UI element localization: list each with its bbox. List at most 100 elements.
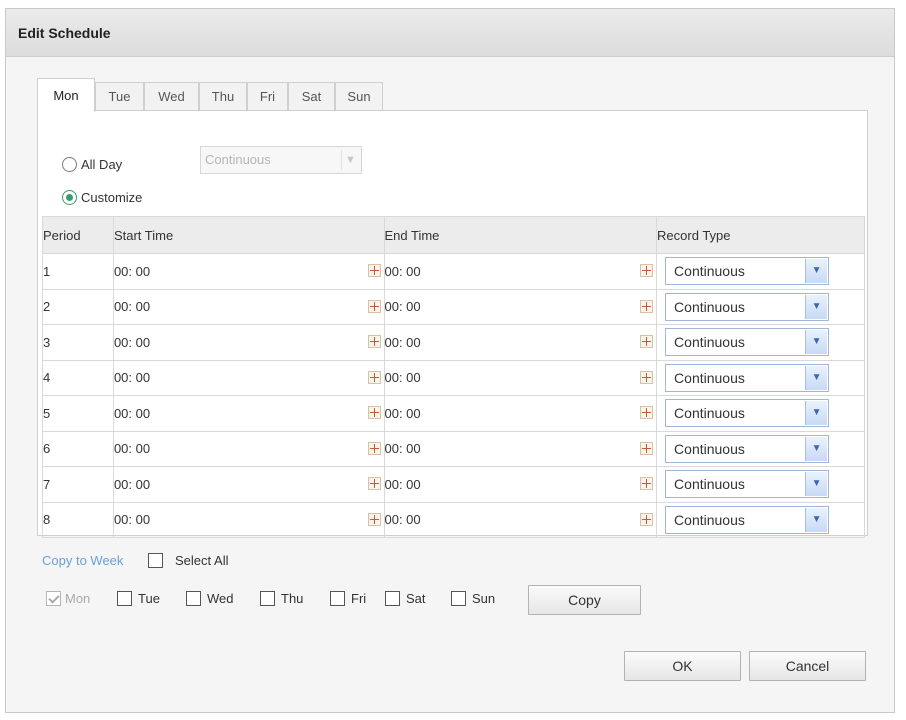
time-picker-icon[interactable]: [367, 477, 381, 490]
time-picker-icon[interactable]: [367, 335, 381, 348]
select-all-checkbox[interactable]: [148, 553, 163, 568]
copy-day-thu[interactable]: Thu: [260, 591, 303, 606]
customize-radio[interactable]: [62, 190, 77, 205]
time-picker-icon[interactable]: [367, 512, 381, 526]
dialog-title: Edit Schedule: [18, 25, 111, 41]
chevron-down-icon[interactable]: ▼: [805, 507, 828, 532]
record-type-select[interactable]: Continuous ▼: [665, 292, 830, 321]
record-type-select[interactable]: Continuous ▼: [665, 363, 830, 392]
end-time-value: 00: 00: [384, 263, 421, 279]
chevron-down-icon[interactable]: ▼: [805, 330, 828, 355]
tab-sat[interactable]: Sat: [288, 82, 335, 111]
time-picker-icon[interactable]: [367, 370, 381, 384]
tab-sun[interactable]: Sun: [335, 82, 383, 111]
copy-button[interactable]: Copy: [528, 585, 641, 615]
copy-day-wed[interactable]: Wed: [186, 591, 234, 606]
end-time-cell[interactable]: 00: 00: [383, 501, 658, 538]
chevron-down-icon[interactable]: ▼: [805, 294, 828, 319]
time-picker-icon[interactable]: [367, 299, 381, 313]
record-type-cell: Continuous ▼: [656, 466, 865, 503]
start-time-cell[interactable]: 00: 00: [112, 359, 385, 396]
tab-mon[interactable]: Mon: [37, 78, 95, 112]
copy-day-checkbox[interactable]: [330, 591, 345, 606]
select-all-option[interactable]: Select All: [148, 553, 228, 568]
time-picker-icon[interactable]: [640, 477, 654, 490]
record-type-select[interactable]: Continuous ▼: [665, 434, 830, 463]
copy-day-checkbox[interactable]: [260, 591, 275, 606]
time-picker-icon[interactable]: [640, 264, 654, 277]
start-time-cell[interactable]: 00: 00: [112, 288, 385, 325]
period-table: Period Start Time End Time Record Type 1…: [42, 216, 865, 538]
start-time-cell[interactable]: 00: 00: [112, 466, 385, 503]
copy-day-checkbox[interactable]: [117, 591, 132, 606]
chevron-down-icon[interactable]: ▼: [805, 472, 828, 497]
end-time-cell[interactable]: 00: 00: [383, 253, 658, 290]
copy-day-fri[interactable]: Fri: [330, 591, 366, 606]
start-time-cell[interactable]: 00: 00: [112, 253, 385, 290]
start-time-value: 00: 00: [113, 441, 151, 457]
record-type-cell: Continuous ▼: [656, 253, 865, 290]
select-all-label: Select All: [175, 553, 229, 568]
end-time-value: 00: 00: [384, 512, 421, 528]
record-type-value: Continuous: [674, 298, 745, 315]
record-type-select[interactable]: Continuous ▼: [665, 470, 830, 499]
tab-wed[interactable]: Wed: [144, 82, 199, 111]
chevron-down-icon[interactable]: ▼: [805, 365, 828, 390]
chevron-down-icon[interactable]: ▼: [805, 259, 828, 284]
tab-fri[interactable]: Fri: [247, 82, 288, 111]
chevron-down-icon[interactable]: ▼: [805, 401, 828, 426]
end-time-value: 00: 00: [384, 476, 421, 492]
end-time-cell[interactable]: 00: 00: [383, 288, 658, 325]
start-time-cell[interactable]: 00: 00: [112, 501, 385, 538]
start-time-cell[interactable]: 00: 00: [112, 430, 385, 467]
start-time-value: 00: 00: [113, 476, 151, 492]
record-type-select[interactable]: Continuous ▼: [665, 399, 830, 428]
time-picker-icon[interactable]: [640, 441, 654, 455]
copy-day-label: Thu: [281, 591, 304, 606]
header-end-time: End Time: [383, 216, 658, 254]
copy-day-sat[interactable]: Sat: [385, 591, 426, 606]
copy-day-checkbox[interactable]: [451, 591, 466, 606]
period-number: 4: [42, 359, 114, 396]
start-time-value: 00: 00: [113, 299, 151, 315]
end-time-cell[interactable]: 00: 00: [383, 359, 658, 396]
record-type-cell: Continuous ▼: [656, 395, 865, 432]
copy-day-checkbox[interactable]: [385, 591, 400, 606]
time-picker-icon[interactable]: [367, 264, 381, 277]
copy-day-mon: Mon: [46, 591, 90, 606]
period-number: 2: [42, 288, 114, 325]
end-time-cell[interactable]: 00: 00: [383, 466, 658, 503]
time-picker-icon[interactable]: [640, 299, 654, 313]
record-type-select[interactable]: Continuous ▼: [665, 505, 830, 534]
tab-thu[interactable]: Thu: [199, 82, 247, 111]
start-time-value: 00: 00: [113, 263, 151, 279]
customize-option[interactable]: Customize: [62, 190, 142, 205]
period-number: 1: [42, 253, 114, 290]
copy-day-sun[interactable]: Sun: [451, 591, 495, 606]
chevron-down-icon[interactable]: ▼: [805, 436, 828, 461]
copy-to-week-link[interactable]: Copy to Week: [42, 553, 123, 568]
start-time-cell[interactable]: 00: 00: [112, 395, 385, 432]
record-type-select[interactable]: Continuous ▼: [665, 257, 830, 286]
ok-button[interactable]: OK: [624, 651, 741, 681]
time-picker-icon[interactable]: [640, 512, 654, 526]
time-picker-icon[interactable]: [640, 370, 654, 384]
cancel-button[interactable]: Cancel: [749, 651, 866, 681]
all-day-radio[interactable]: [62, 157, 77, 172]
time-picker-icon[interactable]: [367, 406, 381, 419]
table-row: 4 00: 00 00: 00 Continuous ▼: [42, 359, 865, 396]
time-picker-icon[interactable]: [640, 335, 654, 348]
end-time-cell[interactable]: 00: 00: [383, 324, 658, 361]
end-time-cell[interactable]: 00: 00: [383, 395, 658, 432]
record-type-value: Continuous: [674, 476, 745, 493]
end-time-cell[interactable]: 00: 00: [383, 430, 658, 467]
all-day-option[interactable]: All Day: [62, 157, 122, 172]
copy-day-checkbox[interactable]: [186, 591, 201, 606]
time-picker-icon[interactable]: [367, 441, 381, 455]
copy-day-tue[interactable]: Tue: [117, 591, 160, 606]
start-time-cell[interactable]: 00: 00: [112, 324, 385, 361]
time-picker-icon[interactable]: [640, 406, 654, 419]
record-type-select[interactable]: Continuous ▼: [665, 328, 830, 357]
table-header-row: Period Start Time End Time Record Type: [42, 216, 865, 254]
tab-tue[interactable]: Tue: [95, 82, 144, 111]
